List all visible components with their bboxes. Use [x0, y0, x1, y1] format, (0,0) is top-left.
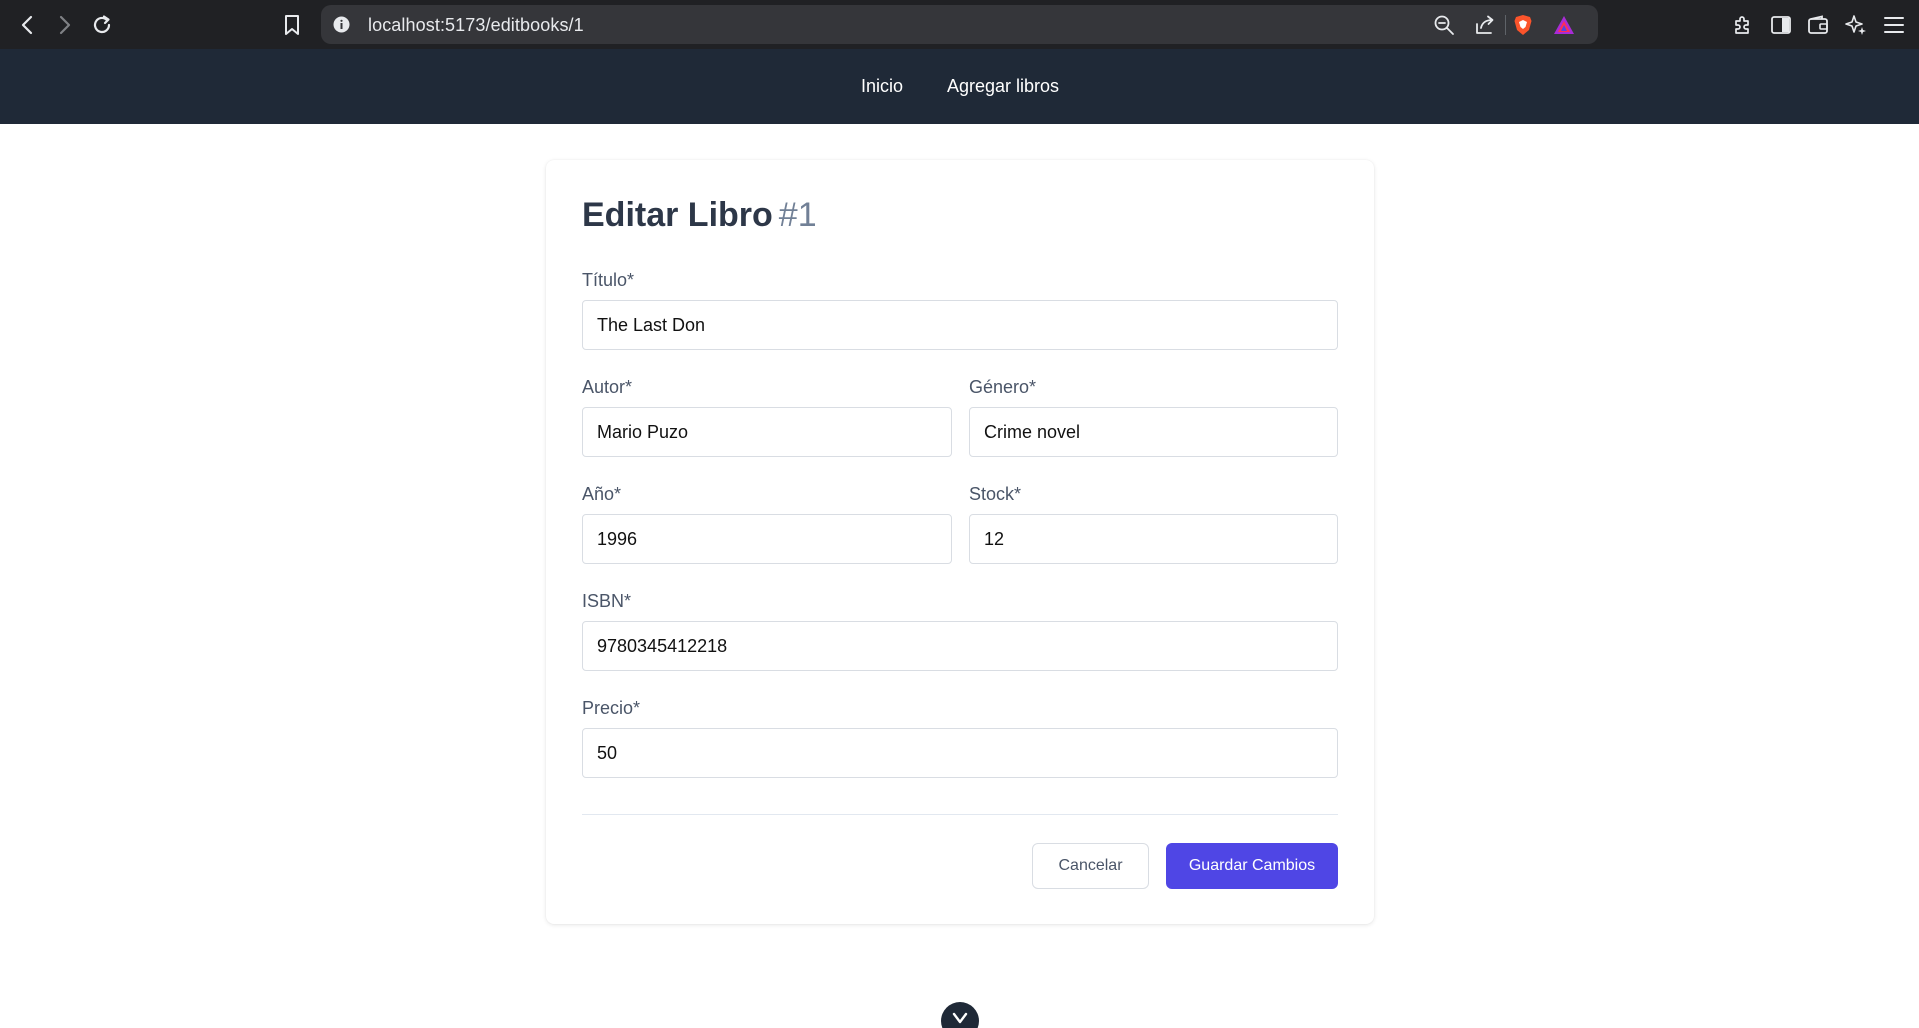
sidebar-icon[interactable]	[1768, 12, 1794, 38]
stock-input[interactable]	[969, 514, 1338, 564]
page-title: Editar Libro #1	[582, 196, 817, 235]
isbn-label: ISBN*	[582, 591, 632, 611]
save-changes-button[interactable]: Guardar Cambios	[1166, 843, 1338, 889]
url-text[interactable]: localhost:5173/editbooks/1	[368, 15, 584, 36]
titulo-input[interactable]	[582, 300, 1338, 350]
anio-label: Año*	[582, 484, 622, 504]
autor-label: Autor*	[582, 377, 633, 397]
devtools-toggle-button[interactable]	[941, 1002, 979, 1028]
nav-link-agregar-libros[interactable]: Agregar libros	[947, 76, 1059, 97]
form-divider	[582, 814, 1338, 815]
stock-label: Stock*	[969, 484, 1022, 504]
zoom-icon[interactable]	[1433, 14, 1455, 36]
browser-toolbar: localhost:5173/editbooks/1	[0, 0, 1919, 49]
anio-input[interactable]	[582, 514, 952, 564]
back-icon[interactable]	[14, 12, 40, 38]
titulo-label: Título*	[582, 270, 635, 290]
menu-icon[interactable]	[1881, 12, 1907, 38]
autor-input[interactable]	[582, 407, 952, 457]
app-navbar: Inicio Agregar libros	[0, 49, 1919, 124]
nav-link-inicio[interactable]: Inicio	[861, 76, 903, 97]
book-id: #1	[778, 196, 817, 234]
bookmark-icon[interactable]	[279, 12, 305, 38]
share-icon[interactable]	[1474, 14, 1496, 36]
page-title-text: Editar Libro	[582, 196, 773, 234]
forward-icon[interactable]	[52, 12, 78, 38]
urlbar-divider	[1505, 15, 1506, 35]
genero-input[interactable]	[969, 407, 1338, 457]
reload-icon[interactable]	[89, 12, 115, 38]
brave-shields-icon[interactable]	[1512, 14, 1534, 36]
address-bar[interactable]: localhost:5173/editbooks/1	[321, 5, 1598, 44]
precio-label: Precio*	[582, 698, 641, 718]
site-info-icon[interactable]	[333, 16, 350, 33]
brave-rewards-icon[interactable]	[1553, 14, 1575, 36]
chevron-down-icon	[952, 1011, 968, 1028]
isbn-input[interactable]	[582, 621, 1338, 671]
edit-book-card: Editar Libro#1 Título* Autor* Género* Añ…	[546, 160, 1374, 924]
genero-label: Género*	[969, 377, 1037, 397]
precio-input[interactable]	[582, 728, 1338, 778]
wallet-icon[interactable]	[1805, 12, 1831, 38]
cancel-button[interactable]: Cancelar	[1032, 843, 1149, 889]
leo-ai-icon[interactable]	[1843, 12, 1869, 38]
extensions-icon[interactable]	[1730, 12, 1756, 38]
